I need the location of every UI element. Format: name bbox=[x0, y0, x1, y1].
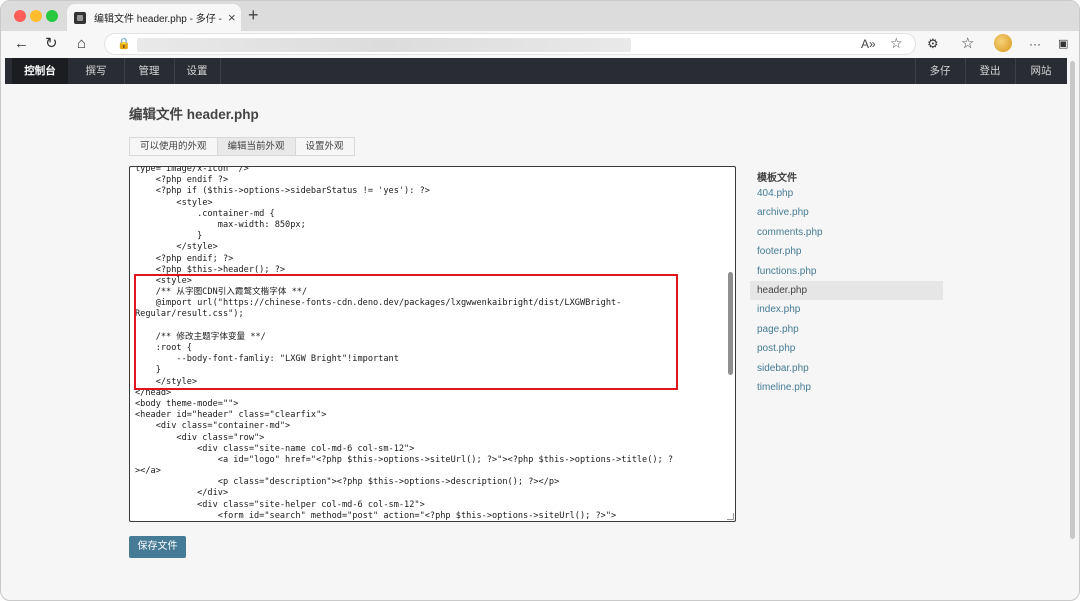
browser-tab[interactable]: 编辑文件 header.php - 多仔 - Po × bbox=[67, 4, 241, 31]
highlight-annotation-box bbox=[134, 274, 678, 390]
file-link-header[interactable]: header.php bbox=[750, 280, 943, 301]
tab-close-icon[interactable]: × bbox=[228, 11, 236, 24]
new-tab-button[interactable]: + bbox=[248, 5, 259, 25]
code-line: <p class="description"><?php $this->opti… bbox=[135, 477, 560, 488]
home-icon[interactable]: ⌂ bbox=[77, 35, 86, 53]
code-line: <style> bbox=[135, 197, 213, 208]
save-file-button[interactable]: 保存文件 bbox=[129, 536, 186, 558]
theme-subtabs: 可以使用的外观 编辑当前外观 设置外观 bbox=[129, 137, 355, 156]
maximize-window-button[interactable] bbox=[46, 10, 58, 22]
file-link-index[interactable]: index.php bbox=[750, 300, 943, 319]
tab-theme-settings[interactable]: 设置外观 bbox=[294, 137, 355, 156]
code-line: } bbox=[135, 231, 203, 242]
code-line: <div class="container-md"> bbox=[135, 421, 291, 432]
page-title: 编辑文件 header.php bbox=[129, 107, 259, 122]
template-files-title: 模板文件 bbox=[757, 173, 797, 184]
nav-settings[interactable]: 设置 bbox=[174, 58, 220, 84]
code-line: <form id="search" method="post" action="… bbox=[135, 510, 617, 521]
code-line: <?php if ($this->options->sidebarStatus … bbox=[135, 186, 430, 197]
admin-nav-bar: 控制台 撰写 管理 设置 多仔 登出 网站 bbox=[5, 58, 1067, 84]
file-link-post[interactable]: post.php bbox=[750, 339, 943, 358]
minimize-window-button[interactable] bbox=[30, 10, 42, 22]
code-line: <div class="site-helper col-md-6 col-sm-… bbox=[135, 499, 425, 510]
file-link-comments[interactable]: comments.php bbox=[750, 223, 943, 242]
nav-logout[interactable]: 登出 bbox=[965, 58, 1015, 84]
code-line: </div> bbox=[135, 488, 229, 499]
favorites-icon[interactable]: ☆ bbox=[961, 35, 974, 53]
code-line: <?php endif ?> bbox=[135, 175, 229, 186]
tab-strip: 编辑文件 header.php - 多仔 - Po × + bbox=[1, 1, 1079, 31]
nav-dashboard[interactable]: 控制台 bbox=[12, 58, 68, 84]
read-aloud-icon[interactable]: A» bbox=[861, 37, 876, 51]
file-link-archive[interactable]: archive.php bbox=[750, 203, 943, 222]
favorite-star-icon[interactable]: ☆ bbox=[890, 35, 903, 52]
back-icon[interactable]: ← bbox=[14, 35, 29, 53]
address-url-redacted bbox=[137, 38, 631, 52]
nav-user[interactable]: 多仔 bbox=[915, 58, 965, 84]
sidebar-toggle-icon[interactable]: ▣ bbox=[1058, 35, 1068, 53]
code-line: <div class="row"> bbox=[135, 432, 265, 443]
profile-avatar[interactable] bbox=[994, 34, 1012, 52]
code-line: </style> bbox=[135, 242, 218, 253]
code-line: <header id="header" class="clearfix"> bbox=[135, 410, 327, 421]
page-scrollbar[interactable] bbox=[1070, 61, 1075, 539]
file-link-page[interactable]: page.php bbox=[750, 320, 943, 339]
tab-edit-current-theme[interactable]: 编辑当前外观 bbox=[216, 137, 296, 156]
browser-toolbar: ← ↻ ⌂ 🔒 A» ☆ ⚙ ☆ ··· ▣ bbox=[1, 31, 1079, 57]
code-line: max-width: 850px; bbox=[135, 219, 306, 230]
nav-manage[interactable]: 管理 bbox=[124, 58, 174, 84]
nav-divider bbox=[220, 58, 221, 84]
code-line: <div class="site-name col-md-6 col-sm-12… bbox=[135, 443, 415, 454]
code-line: ></a> bbox=[135, 466, 161, 477]
file-link-timeline[interactable]: timeline.php bbox=[750, 378, 943, 397]
more-menu-icon[interactable]: ··· bbox=[1029, 35, 1041, 53]
code-line: .container-md { bbox=[135, 208, 275, 219]
code-line: type="image/x-icon" /> bbox=[135, 166, 249, 174]
tab-title: 编辑文件 header.php - 多仔 - Po bbox=[94, 14, 224, 25]
file-link-functions[interactable]: functions.php bbox=[750, 262, 943, 281]
lock-icon[interactable]: 🔒 bbox=[117, 37, 131, 50]
tab-available-themes[interactable]: 可以使用的外观 bbox=[129, 137, 218, 156]
nav-write[interactable]: 撰写 bbox=[68, 58, 124, 84]
file-link-sidebar[interactable]: sidebar.php bbox=[750, 359, 943, 378]
nav-site[interactable]: 网站 bbox=[1015, 58, 1067, 84]
editor-scrollbar[interactable] bbox=[728, 272, 733, 375]
code-line: <a id="logo" href="<?php $this->options-… bbox=[135, 454, 674, 465]
code-line: <?php endif; ?> bbox=[135, 253, 234, 264]
resize-handle-icon[interactable] bbox=[727, 513, 734, 520]
address-bar[interactable]: 🔒 A» ☆ bbox=[104, 33, 916, 55]
file-link-footer[interactable]: footer.php bbox=[750, 242, 943, 261]
template-file-list: 404.php archive.php comments.php footer.php… bbox=[750, 184, 943, 397]
reload-icon[interactable]: ↻ bbox=[45, 35, 58, 53]
favicon-icon bbox=[74, 11, 86, 24]
browser-window: 编辑文件 header.php - 多仔 - Po × + ← ↻ ⌂ 🔒 A»… bbox=[0, 0, 1080, 601]
code-line: <body theme-mode=""> bbox=[135, 398, 239, 409]
close-window-button[interactable] bbox=[14, 10, 26, 22]
extensions-icon[interactable]: ⚙ bbox=[927, 35, 939, 53]
file-link-404[interactable]: 404.php bbox=[750, 184, 943, 203]
